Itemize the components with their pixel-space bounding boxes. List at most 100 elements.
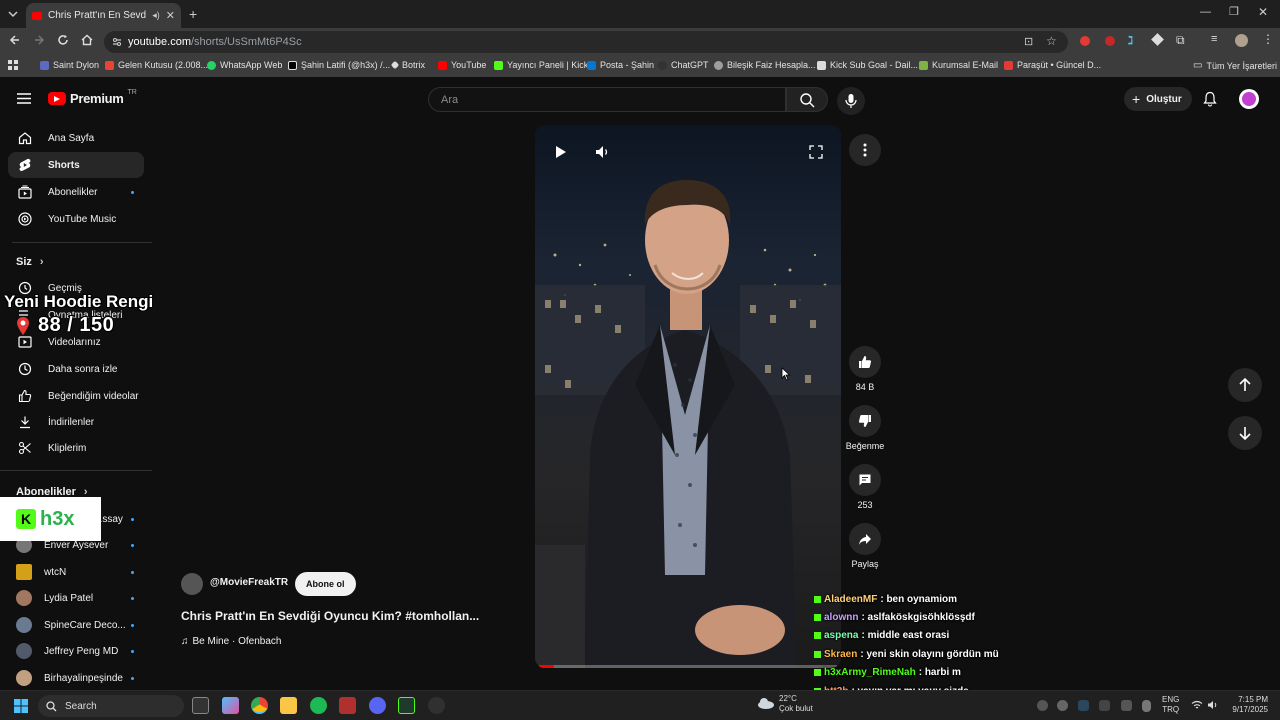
- tray-icon[interactable]: [1121, 700, 1132, 711]
- menu-hamburger-icon[interactable]: [17, 93, 31, 104]
- bookmark-parasut[interactable]: Paraşüt • Güncel D...: [1004, 60, 1101, 70]
- sub-item-wtcn[interactable]: wtcN: [16, 561, 136, 583]
- restore-icon[interactable]: ❐: [1229, 5, 1239, 18]
- tray-icon[interactable]: [1037, 700, 1048, 711]
- youtube-logo[interactable]: Premium TR: [48, 89, 137, 106]
- copilot-icon[interactable]: [222, 697, 239, 714]
- video-progress-track[interactable]: [539, 665, 837, 668]
- install-app-icon[interactable]: ⊡: [1024, 35, 1033, 48]
- tray-icon[interactable]: [1099, 700, 1110, 711]
- bookmark-saint-dylon[interactable]: Saint Dylon: [40, 60, 99, 70]
- fullscreen-icon[interactable]: [809, 145, 823, 159]
- tray-icon[interactable]: [1057, 700, 1068, 711]
- taskbar-search[interactable]: Search: [38, 695, 184, 717]
- bookmark-whatsapp[interactable]: WhatsApp Web: [207, 60, 282, 70]
- file-explorer-icon[interactable]: [280, 697, 297, 714]
- comments-button[interactable]: [849, 464, 881, 496]
- forward-icon[interactable]: [33, 34, 45, 46]
- tab-search-icon[interactable]: [6, 8, 20, 20]
- tab-youtube-short[interactable]: Chris Pratt'ın En Sevdiği Oy ◂) ✕: [26, 3, 181, 28]
- browser-menu-icon[interactable]: ⋮: [1262, 32, 1274, 46]
- reload-icon[interactable]: [57, 34, 69, 46]
- bookmark-kick-sub[interactable]: Kick Sub Goal - Dail...: [817, 60, 918, 70]
- sidebar-item-downloads[interactable]: İndirilenler: [8, 409, 144, 435]
- play-icon[interactable]: [555, 145, 567, 159]
- sidebar-item-liked-videos[interactable]: Beğendiğim videolar: [8, 383, 144, 409]
- windows-start-icon[interactable]: [14, 699, 28, 713]
- bookmark-star-icon[interactable]: ☆: [1046, 34, 1057, 48]
- app-x-icon[interactable]: [398, 697, 415, 714]
- discord-icon[interactable]: [369, 697, 386, 714]
- weather-widget[interactable]: 22°C Çok bulut: [779, 694, 813, 714]
- task-view-icon[interactable]: [192, 697, 209, 714]
- account-avatar[interactable]: [1239, 89, 1259, 109]
- sub-item-lydia-patel[interactable]: Lydia Patel: [16, 587, 136, 609]
- all-bookmarks[interactable]: ▭ Tüm Yer İşaretleri: [1193, 60, 1277, 71]
- sidebar-item-clips[interactable]: Kliplerim: [8, 435, 144, 461]
- search-input[interactable]: Ara: [428, 87, 786, 112]
- bookmark-posta[interactable]: Posta - Şahin: [587, 60, 654, 70]
- minimize-icon[interactable]: —: [1200, 6, 1211, 18]
- subscribe-button[interactable]: Abone ol: [295, 572, 356, 596]
- steam-icon[interactable]: [1078, 700, 1089, 711]
- profile-avatar[interactable]: [1235, 34, 1248, 47]
- chrome-icon[interactable]: [251, 697, 268, 714]
- bookmark-kick-panel[interactable]: Yayıncı Paneli | Kick: [494, 60, 588, 70]
- bookmark-gmail[interactable]: Gelen Kutusu (2.008...: [105, 60, 208, 70]
- microphone-tray-icon[interactable]: [1142, 700, 1151, 712]
- next-short-button[interactable]: [1228, 416, 1262, 450]
- extension-translate-icon[interactable]: ℷ: [1128, 34, 1133, 47]
- short-music[interactable]: ♫ Be Mine · Ofenbach: [181, 636, 281, 647]
- notifications-bell-icon[interactable]: [1203, 91, 1217, 107]
- close-window-icon[interactable]: ✕: [1258, 5, 1268, 19]
- url-path: /shorts/UsSmMt6P4Sc: [190, 36, 302, 48]
- bookmark-chatgpt[interactable]: ChatGPT: [658, 60, 709, 70]
- sub-item-jeffrey-peng[interactable]: Jeffrey Peng MD: [16, 640, 136, 662]
- sidebar-item-watch-later[interactable]: Daha sonra izle: [8, 356, 144, 382]
- new-tab-icon[interactable]: +: [189, 6, 197, 22]
- app-red-icon[interactable]: [339, 697, 356, 714]
- apps-grid-icon[interactable]: [8, 60, 19, 71]
- tab-close-icon[interactable]: ✕: [166, 9, 175, 22]
- media-controls-icon[interactable]: ≡: [1211, 33, 1217, 45]
- more-options-button[interactable]: [849, 134, 881, 166]
- wifi-icon[interactable]: [1191, 700, 1203, 710]
- sidebar-item-home[interactable]: Ana Sayfa: [8, 125, 144, 151]
- channel-name[interactable]: @MovieFreakTR: [210, 577, 288, 588]
- bookmark-kurumsal[interactable]: Kurumsal E-Mail: [919, 60, 998, 70]
- volume-tray-icon[interactable]: [1207, 700, 1219, 710]
- bookmark-botrix[interactable]: Botrix: [390, 60, 425, 70]
- sidebar-item-subscriptions[interactable]: Abonelikler: [8, 179, 144, 205]
- create-button[interactable]: + Oluştur: [1124, 87, 1192, 111]
- bookmark-x[interactable]: Şahin Latifi (@h3x) /...: [288, 60, 390, 70]
- speaker-icon[interactable]: ◂): [152, 10, 160, 21]
- previous-short-button[interactable]: [1228, 368, 1262, 402]
- extension-red-icon[interactable]: [1080, 36, 1090, 46]
- sub-item-birhayalinpesinde[interactable]: Birhayalinpeşinde: [16, 667, 136, 689]
- dislike-button[interactable]: [849, 405, 881, 437]
- short-video-player[interactable]: [535, 125, 841, 668]
- spotify-icon[interactable]: [310, 697, 327, 714]
- clock[interactable]: 7:15 PM 9/17/2025: [1224, 695, 1268, 715]
- sub-item-spinecare[interactable]: SpineCare Deco...: [16, 614, 136, 636]
- language-switcher[interactable]: ENG TRQ: [1162, 695, 1179, 715]
- site-info-icon[interactable]: [112, 37, 122, 47]
- address-bar[interactable]: youtube.com/shorts/UsSmMt6P4Sc ⊡ ☆: [104, 31, 1068, 53]
- extension-shield-icon[interactable]: [1105, 36, 1115, 46]
- bookmark-faiz[interactable]: Bileşik Faiz Hesapla...: [714, 60, 816, 70]
- sidebar-item-music[interactable]: YouTube Music: [8, 206, 144, 232]
- voice-search-button[interactable]: [837, 87, 865, 115]
- like-button[interactable]: [849, 346, 881, 378]
- bookmark-youtube[interactable]: YouTube: [438, 60, 486, 70]
- extensions-puzzle-icon[interactable]: ⧉: [1176, 33, 1185, 48]
- home-browser-icon[interactable]: [81, 34, 93, 46]
- back-icon[interactable]: [9, 34, 21, 46]
- share-button[interactable]: [849, 523, 881, 555]
- search-button[interactable]: [786, 87, 828, 112]
- sidebar-you-header[interactable]: Siz ›: [16, 256, 44, 268]
- obs-icon[interactable]: [428, 697, 445, 714]
- short-title[interactable]: Chris Pratt'ın En Sevdiği Oyuncu Kim? #t…: [181, 609, 479, 623]
- channel-avatar[interactable]: [181, 573, 203, 595]
- volume-icon[interactable]: [595, 145, 611, 159]
- sidebar-item-shorts[interactable]: Shorts: [8, 152, 144, 178]
